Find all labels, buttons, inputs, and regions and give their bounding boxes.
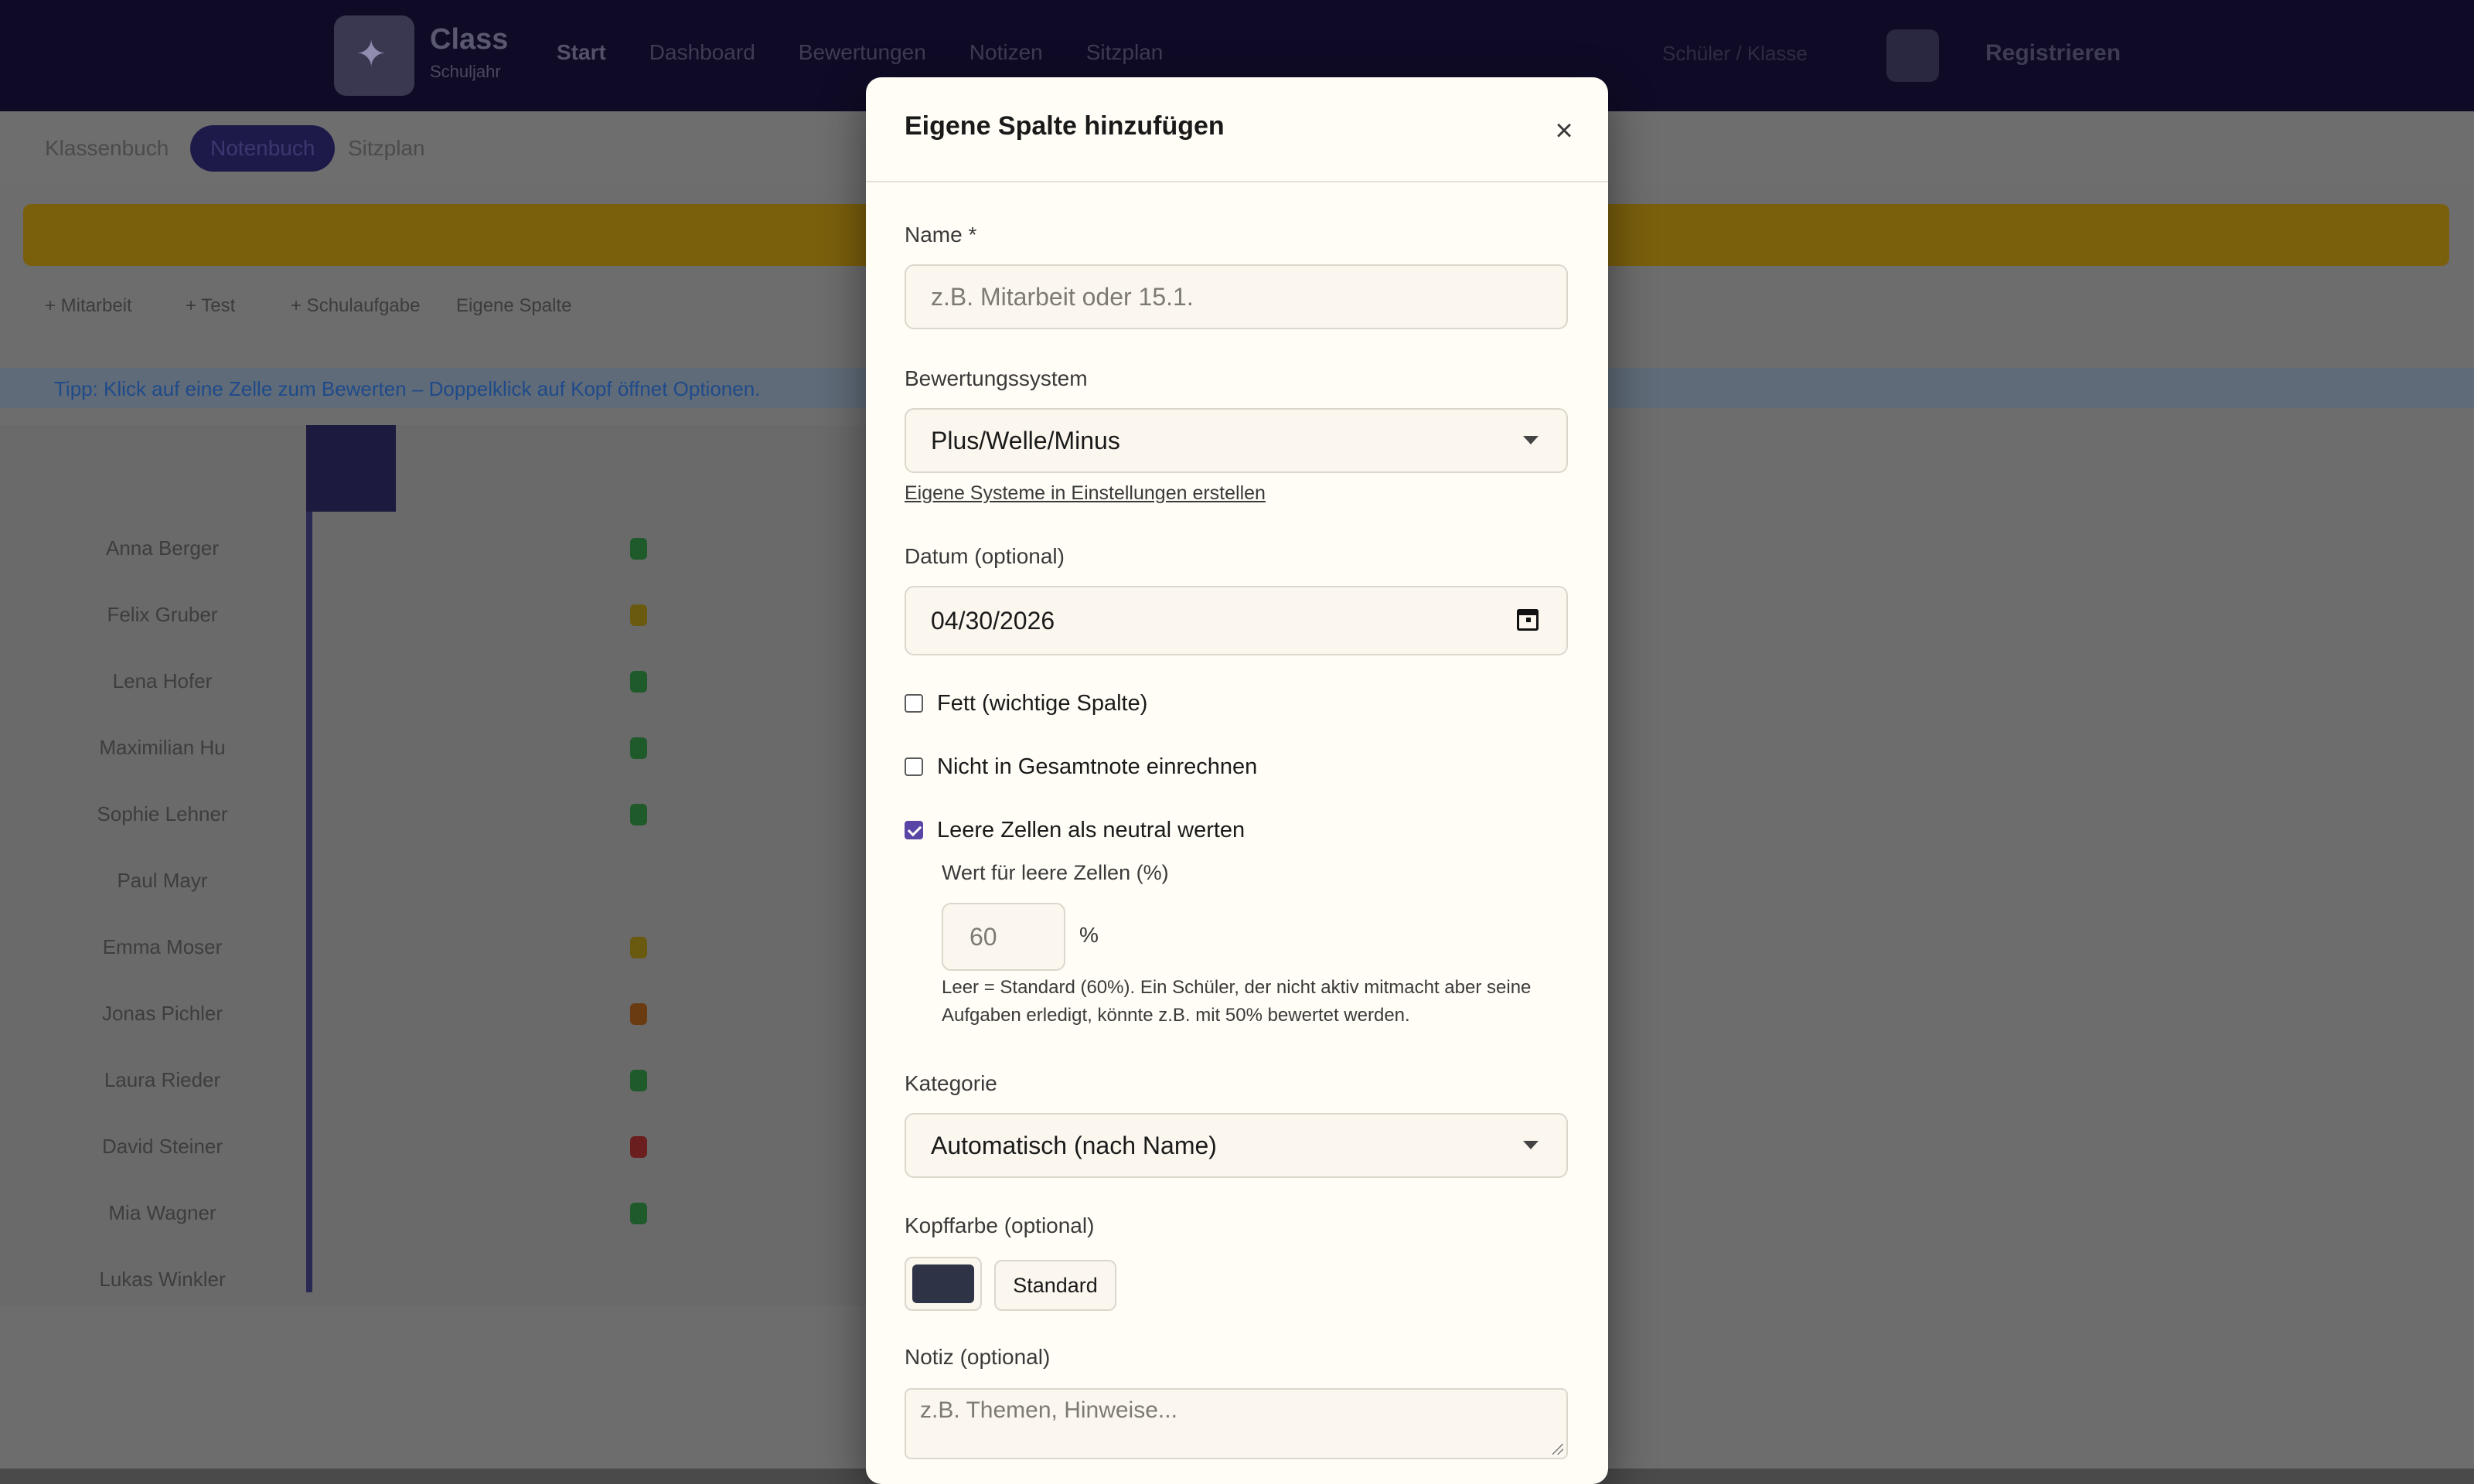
- system-value: Plus/Welle/Minus: [931, 427, 1120, 454]
- empty-value-label: Wert für leere Zellen (%): [942, 861, 1169, 884]
- chevron-down-icon: [1523, 1141, 1539, 1149]
- neutral-checkbox-row[interactable]: Leere Zellen als neutral werten: [905, 815, 1245, 846]
- empty-value-input[interactable]: 60: [942, 903, 1065, 971]
- note-label: Notiz (optional): [905, 1345, 1051, 1369]
- note-placeholder: z.B. Themen, Hinweise...: [920, 1397, 1177, 1423]
- name-label: Name *: [905, 223, 977, 247]
- add-custom-column-dialog: Eigene Spalte hinzufügen × Name * z.B. M…: [866, 77, 1608, 1484]
- dialog-title: Eigene Spalte hinzufügen: [905, 111, 1225, 141]
- close-icon[interactable]: ×: [1545, 111, 1583, 150]
- header-color-label: Kopffarbe (optional): [905, 1213, 1095, 1237]
- color-swatch[interactable]: [912, 1264, 974, 1303]
- exclude-checkbox-label[interactable]: Nicht in Gesamtnote einrechnen: [937, 754, 1257, 780]
- bold-checkbox-row[interactable]: Fett (wichtige Spalte): [905, 688, 1147, 719]
- custom-systems-link[interactable]: Eigene Systeme in Einstellungen erstelle…: [905, 482, 1266, 505]
- header-color-picker[interactable]: [905, 1257, 982, 1311]
- date-label: Datum (optional): [905, 544, 1065, 568]
- date-value: 04/30/2026: [931, 607, 1055, 635]
- category-select[interactable]: Automatisch (nach Name): [905, 1113, 1568, 1178]
- name-input[interactable]: z.B. Mitarbeit oder 15.1.: [905, 264, 1568, 329]
- bold-checkbox-label[interactable]: Fett (wichtige Spalte): [937, 691, 1147, 716]
- exclude-checkbox-row[interactable]: Nicht in Gesamtnote einrechnen: [905, 751, 1257, 782]
- neutral-checkbox-label[interactable]: Leere Zellen als neutral werten: [937, 818, 1245, 843]
- name-placeholder: z.B. Mitarbeit oder 15.1.: [931, 283, 1194, 311]
- percent-sign: %: [1079, 923, 1099, 947]
- exclude-checkbox[interactable]: [905, 757, 923, 776]
- category-label: Kategorie: [905, 1071, 997, 1095]
- resize-handle-icon[interactable]: [1552, 1444, 1563, 1455]
- standard-color-button[interactable]: Standard: [994, 1260, 1116, 1311]
- category-value: Automatisch (nach Name): [931, 1132, 1217, 1159]
- bold-checkbox[interactable]: [905, 694, 923, 713]
- empty-value-hint: Leer = Standard (60%). Ein Schüler, der …: [942, 977, 1532, 1026]
- date-input[interactable]: 04/30/2026: [905, 586, 1568, 655]
- system-label: Bewertungssystem: [905, 366, 1088, 390]
- calendar-icon[interactable]: [1517, 609, 1539, 631]
- chevron-down-icon: [1523, 436, 1539, 444]
- dialog-header: Eigene Spalte hinzufügen ×: [866, 77, 1608, 182]
- system-select[interactable]: Plus/Welle/Minus: [905, 408, 1568, 473]
- note-textarea[interactable]: z.B. Themen, Hinweise...: [905, 1388, 1568, 1459]
- neutral-checkbox[interactable]: [905, 821, 923, 839]
